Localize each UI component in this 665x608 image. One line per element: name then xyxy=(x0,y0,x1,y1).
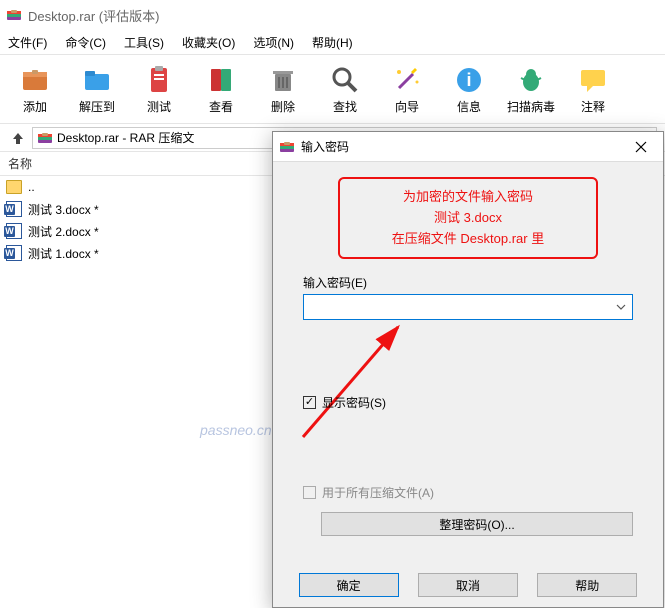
annotation-arrow xyxy=(293,317,453,447)
checkbox-checked-icon[interactable]: ✓ xyxy=(303,396,316,409)
folder-icon xyxy=(6,180,22,194)
tool-label: 注释 xyxy=(581,98,605,115)
menu-help[interactable]: 帮助(H) xyxy=(308,32,357,53)
tool-label: 查找 xyxy=(333,98,357,115)
svg-text:i: i xyxy=(466,70,471,90)
tool-delete[interactable]: 删除 xyxy=(252,57,314,121)
password-field-row xyxy=(303,294,633,320)
use-for-all-label: 用于所有压缩文件(A) xyxy=(322,484,434,501)
docx-icon xyxy=(6,201,22,217)
up-arrow-icon xyxy=(11,131,25,145)
tool-comment[interactable]: 注释 xyxy=(562,57,624,121)
archive-icon xyxy=(37,130,53,146)
organize-passwords-button[interactable]: 整理密码(O)... xyxy=(321,512,633,536)
book-view-icon xyxy=(205,64,237,96)
titlebar: Desktop.rar (评估版本) xyxy=(0,0,665,30)
info-icon: i xyxy=(453,64,485,96)
tool-label: 查看 xyxy=(209,98,233,115)
tool-label: 向导 xyxy=(395,98,419,115)
dialog-button-row: 确定 取消 帮助 xyxy=(273,573,663,597)
menubar: 文件(F) 命令(C) 工具(S) 收藏夹(O) 选项(N) 帮助(H) xyxy=(0,30,665,54)
password-label: 输入密码(E) xyxy=(303,274,367,291)
menu-command[interactable]: 命令(C) xyxy=(61,32,110,53)
password-input[interactable] xyxy=(303,294,633,320)
dialog-titlebar: 输入密码 xyxy=(273,132,663,162)
tool-info[interactable]: i 信息 xyxy=(438,57,500,121)
file-name: 测试 1.docx * xyxy=(28,245,99,262)
watermark: passneo.cn xyxy=(200,422,272,438)
file-name: 测试 3.docx * xyxy=(28,201,99,218)
bug-scan-icon xyxy=(515,64,547,96)
folder-extract-icon xyxy=(81,64,113,96)
tool-view[interactable]: 查看 xyxy=(190,57,252,121)
comment-icon xyxy=(577,64,609,96)
path-text: Desktop.rar - RAR 压缩文 xyxy=(57,129,194,146)
col-name[interactable]: 名称 xyxy=(8,155,32,172)
tool-label: 添加 xyxy=(23,98,47,115)
tool-test[interactable]: 测试 xyxy=(128,57,190,121)
show-password-row[interactable]: ✓ 显示密码(S) xyxy=(303,394,386,411)
archive-add-icon xyxy=(19,64,51,96)
prompt-line: 在压缩文件 Desktop.rar 里 xyxy=(352,229,584,250)
file-name: 测试 2.docx * xyxy=(28,223,99,240)
use-for-all-row[interactable]: 用于所有压缩文件(A) xyxy=(303,484,434,501)
docx-icon xyxy=(6,245,22,261)
close-icon xyxy=(635,141,647,153)
menu-file[interactable]: 文件(F) xyxy=(4,32,51,53)
tool-label: 删除 xyxy=(271,98,295,115)
up-button[interactable] xyxy=(8,128,28,148)
cancel-button[interactable]: 取消 xyxy=(418,573,518,597)
toolbar: 添加 解压到 测试 查看 删除 查找 向导 i 信息 扫描病毒 注释 xyxy=(0,54,665,124)
window-title: Desktop.rar (评估版本) xyxy=(28,6,159,25)
tool-label: 解压到 xyxy=(79,98,115,115)
dialog-title: 输入密码 xyxy=(301,138,349,155)
prompt-box: 为加密的文件输入密码 测试 3.docx 在压缩文件 Desktop.rar 里 xyxy=(338,177,598,259)
checkbox-unchecked-icon[interactable] xyxy=(303,486,316,499)
password-dialog: 输入密码 为加密的文件输入密码 测试 3.docx 在压缩文件 Desktop.… xyxy=(272,131,664,608)
tool-label: 扫描病毒 xyxy=(507,98,555,115)
clipboard-test-icon xyxy=(143,64,175,96)
tool-find[interactable]: 查找 xyxy=(314,57,376,121)
menu-tools[interactable]: 工具(S) xyxy=(120,32,168,53)
tool-label: 信息 xyxy=(457,98,481,115)
tool-label: 测试 xyxy=(147,98,171,115)
chevron-down-icon xyxy=(616,304,626,310)
prompt-line: 为加密的文件输入密码 xyxy=(352,187,584,208)
tool-extract[interactable]: 解压到 xyxy=(66,57,128,121)
wand-wizard-icon xyxy=(391,64,423,96)
tool-add[interactable]: 添加 xyxy=(4,57,66,121)
trash-delete-icon xyxy=(267,64,299,96)
password-dropdown[interactable] xyxy=(611,296,631,318)
winrar-icon xyxy=(279,139,295,155)
docx-icon xyxy=(6,223,22,239)
ok-button[interactable]: 确定 xyxy=(299,573,399,597)
file-name: .. xyxy=(28,180,35,194)
help-button[interactable]: 帮助 xyxy=(537,573,637,597)
menu-options[interactable]: 选项(N) xyxy=(249,32,298,53)
prompt-line: 测试 3.docx xyxy=(352,208,584,229)
winrar-icon xyxy=(6,7,22,23)
tool-scan[interactable]: 扫描病毒 xyxy=(500,57,562,121)
tool-wizard[interactable]: 向导 xyxy=(376,57,438,121)
close-button[interactable] xyxy=(618,132,663,162)
show-password-label: 显示密码(S) xyxy=(322,394,386,411)
magnifier-find-icon xyxy=(329,64,361,96)
menu-favorites[interactable]: 收藏夹(O) xyxy=(178,32,239,53)
